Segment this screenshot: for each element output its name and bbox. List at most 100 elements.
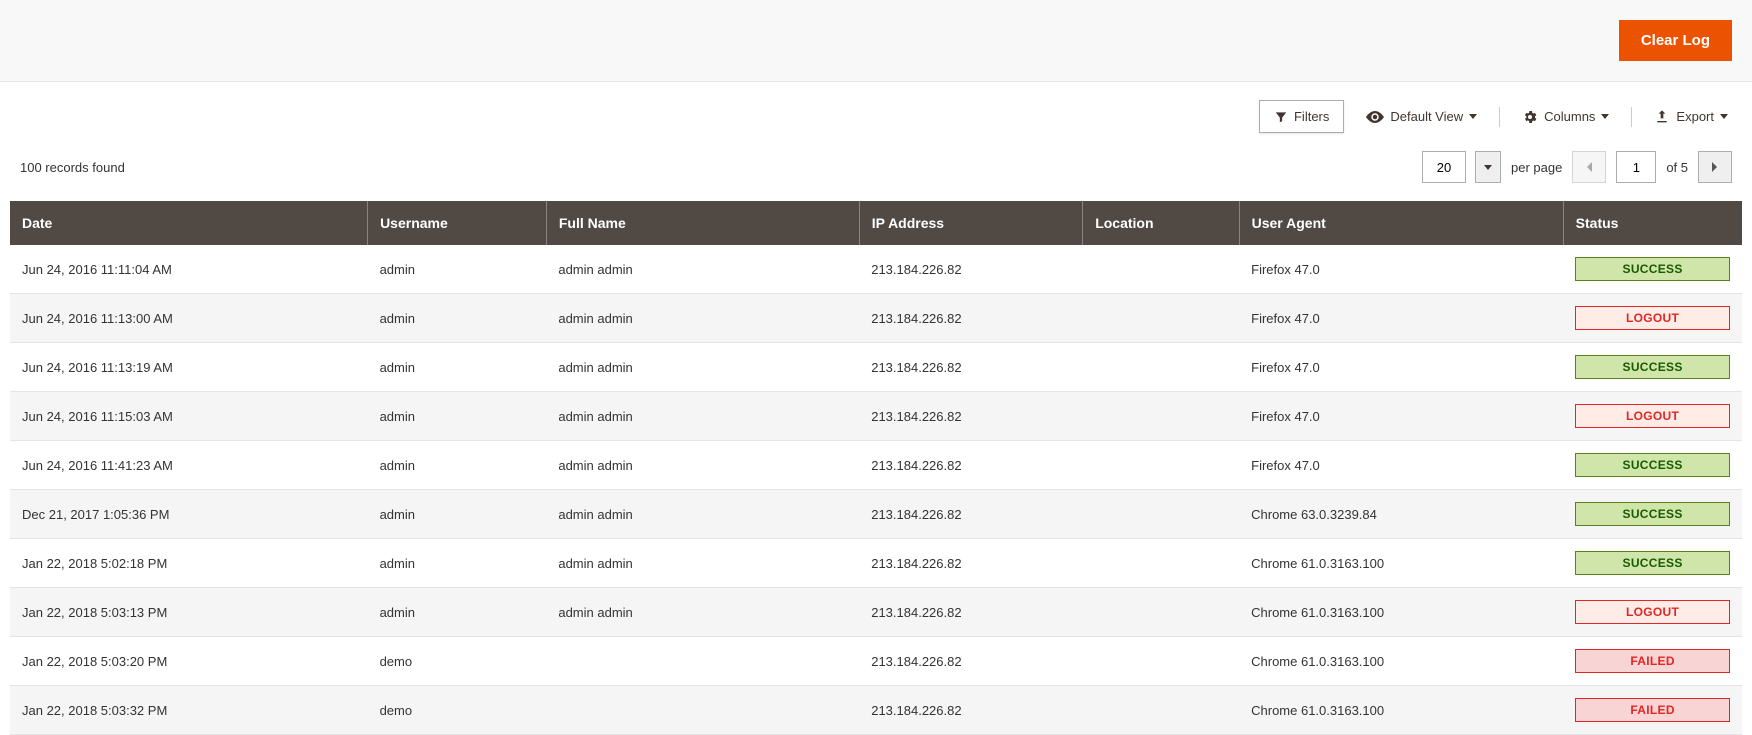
cell-username: demo (368, 686, 547, 735)
export-button[interactable]: Export (1650, 103, 1732, 131)
cell-date: Jan 22, 2018 5:03:32 PM (10, 686, 368, 735)
export-icon (1654, 109, 1670, 125)
cell-agent: Chrome 63.0.3239.84 (1239, 490, 1563, 539)
cell-status: FAILED (1563, 637, 1742, 686)
cell-fullname: admin admin (546, 294, 859, 343)
cell-fullname: admin admin (546, 588, 859, 637)
table-row[interactable]: Jun 24, 2016 11:11:04 AMadminadmin admin… (10, 245, 1742, 294)
cell-status: SUCCESS (1563, 490, 1742, 539)
page-size-input[interactable] (1422, 151, 1466, 183)
status-badge: SUCCESS (1575, 551, 1730, 575)
col-agent[interactable]: User Agent (1239, 201, 1563, 245)
cell-agent: Chrome 61.0.3163.100 (1239, 686, 1563, 735)
log-table: Date Username Full Name IP Address Locat… (10, 201, 1742, 735)
cell-location (1083, 588, 1239, 637)
cell-username: admin (368, 588, 547, 637)
chevron-down-icon (1469, 114, 1477, 119)
table-row[interactable]: Jan 22, 2018 5:02:18 PMadminadmin admin2… (10, 539, 1742, 588)
cell-agent: Chrome 61.0.3163.100 (1239, 588, 1563, 637)
cell-agent: Firefox 47.0 (1239, 294, 1563, 343)
cell-username: admin (368, 245, 547, 294)
col-location[interactable]: Location (1083, 201, 1239, 245)
default-view-button[interactable]: Default View (1362, 103, 1481, 130)
cell-fullname: admin admin (546, 392, 859, 441)
cell-ip: 213.184.226.82 (859, 441, 1082, 490)
columns-button[interactable]: Columns (1518, 103, 1613, 131)
prev-page-button[interactable] (1572, 151, 1606, 183)
col-username[interactable]: Username (368, 201, 547, 245)
cell-status: LOGOUT (1563, 588, 1742, 637)
toolbar-divider (1631, 107, 1632, 127)
col-status[interactable]: Status (1563, 201, 1742, 245)
cell-ip: 213.184.226.82 (859, 490, 1082, 539)
per-page-label: per page (1511, 160, 1562, 175)
cell-date: Jun 24, 2016 11:41:23 AM (10, 441, 368, 490)
col-ip[interactable]: IP Address (859, 201, 1082, 245)
table-row[interactable]: Jun 24, 2016 11:13:00 AMadminadmin admin… (10, 294, 1742, 343)
chevron-left-icon (1585, 161, 1593, 173)
cell-username: admin (368, 343, 547, 392)
cell-username: admin (368, 294, 547, 343)
current-page-input[interactable] (1616, 151, 1656, 183)
table-row[interactable]: Dec 21, 2017 1:05:36 PMadminadmin admin2… (10, 490, 1742, 539)
chevron-down-icon (1720, 114, 1728, 119)
cell-date: Jan 22, 2018 5:03:13 PM (10, 588, 368, 637)
cell-location (1083, 343, 1239, 392)
filters-button[interactable]: Filters (1259, 100, 1344, 133)
table-row[interactable]: Jan 22, 2018 5:03:20 PMdemo213.184.226.8… (10, 637, 1742, 686)
cell-agent: Firefox 47.0 (1239, 441, 1563, 490)
status-badge: SUCCESS (1575, 355, 1730, 379)
table-row[interactable]: Jun 24, 2016 11:15:03 AMadminadmin admin… (10, 392, 1742, 441)
col-fullname[interactable]: Full Name (546, 201, 859, 245)
cell-ip: 213.184.226.82 (859, 245, 1082, 294)
page-size-dropdown[interactable] (1475, 151, 1501, 183)
page-total-label: of 5 (1666, 160, 1688, 175)
next-page-button[interactable] (1698, 151, 1732, 183)
cell-location (1083, 637, 1239, 686)
cell-fullname: admin admin (546, 441, 859, 490)
status-badge: LOGOUT (1575, 404, 1730, 428)
table-row[interactable]: Jan 22, 2018 5:03:13 PMadminadmin admin2… (10, 588, 1742, 637)
action-bar: Clear Log (0, 0, 1752, 82)
cell-username: demo (368, 637, 547, 686)
cell-ip: 213.184.226.82 (859, 343, 1082, 392)
funnel-icon (1274, 110, 1288, 124)
filters-label: Filters (1294, 109, 1329, 124)
table-row[interactable]: Jun 24, 2016 11:41:23 AMadminadmin admin… (10, 441, 1742, 490)
cell-ip: 213.184.226.82 (859, 686, 1082, 735)
cell-username: admin (368, 392, 547, 441)
cell-username: admin (368, 490, 547, 539)
status-badge: FAILED (1575, 649, 1730, 673)
status-badge: SUCCESS (1575, 502, 1730, 526)
cell-status: FAILED (1563, 686, 1742, 735)
col-date[interactable]: Date (10, 201, 368, 245)
table-row[interactable]: Jan 22, 2018 5:03:32 PMdemo 213.184.226.8… (10, 686, 1742, 735)
table-header-row: Date Username Full Name IP Address Locat… (10, 201, 1742, 245)
default-view-label: Default View (1390, 109, 1463, 124)
status-badge: LOGOUT (1575, 600, 1730, 624)
cell-status: LOGOUT (1563, 392, 1742, 441)
cell-date: Dec 21, 2017 1:05:36 PM (10, 490, 368, 539)
cell-status: SUCCESS (1563, 245, 1742, 294)
cell-date: Jun 24, 2016 11:11:04 AM (10, 245, 368, 294)
cell-ip: 213.184.226.82 (859, 294, 1082, 343)
cell-location (1083, 539, 1239, 588)
table-row[interactable]: Jun 24, 2016 11:13:19 AMadminadmin admin… (10, 343, 1742, 392)
cell-location (1083, 245, 1239, 294)
chevron-right-icon (1711, 161, 1719, 173)
cell-location (1083, 392, 1239, 441)
export-label: Export (1676, 109, 1714, 124)
cell-date: Jun 24, 2016 11:15:03 AM (10, 392, 368, 441)
cell-fullname: admin admin (546, 539, 859, 588)
grid-toolbar: Filters Default View Columns Export (0, 82, 1752, 143)
clear-log-button[interactable]: Clear Log (1619, 20, 1732, 61)
cell-date: Jan 22, 2018 5:03:20 PM (10, 637, 368, 686)
chevron-down-icon (1601, 114, 1609, 119)
cell-username: admin (368, 441, 547, 490)
eye-icon (1366, 111, 1384, 123)
chevron-down-icon (1484, 165, 1492, 170)
records-found: 100 records found (20, 160, 125, 175)
cell-status: SUCCESS (1563, 539, 1742, 588)
cell-location (1083, 294, 1239, 343)
cell-fullname: admin admin (546, 245, 859, 294)
